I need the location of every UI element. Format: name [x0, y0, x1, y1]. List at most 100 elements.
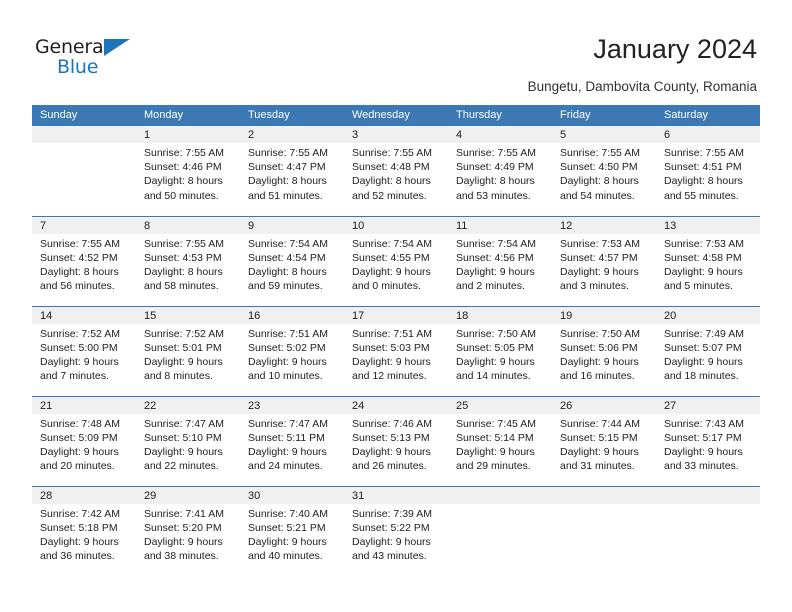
day-cell[interactable]: 26 Sunrise: 7:44 AM Sunset: 5:15 PM Dayligh…	[552, 395, 656, 486]
day-cell[interactable]: 16 Sunrise: 7:51 AM Sunset: 5:02 PM Dayligh…	[240, 305, 344, 396]
day-cell[interactable]: 27 Sunrise: 7:43 AM Sunset: 5:17 PM Dayligh…	[656, 395, 760, 486]
daylight-text-line2: and 8 minutes.	[144, 370, 213, 383]
sunrise-text: Sunrise: 7:47 AM	[144, 417, 224, 430]
daylight-text-line2: and 7 minutes.	[40, 370, 109, 383]
day-cell[interactable]: 17 Sunrise: 7:51 AM Sunset: 5:03 PM Dayligh…	[344, 305, 448, 396]
day-number: 10	[344, 216, 448, 234]
day-cell[interactable]: 21 Sunrise: 7:48 AM Sunset: 5:09 PM Dayligh…	[32, 395, 136, 486]
day-cell[interactable]: 19 Sunrise: 7:50 AM Sunset: 5:06 PM Dayligh…	[552, 305, 656, 396]
daylight-text-line2: and 33 minutes.	[664, 460, 739, 473]
day-cell[interactable]: 28 Sunrise: 7:42 AM Sunset: 5:18 PM Dayligh…	[32, 485, 136, 576]
daylight-text-line1: Daylight: 8 hours	[144, 265, 223, 278]
day-cell[interactable]: 20 Sunrise: 7:49 AM Sunset: 5:07 PM Dayligh…	[656, 305, 760, 396]
day-cell[interactable]: 24 Sunrise: 7:46 AM Sunset: 5:13 PM Dayligh…	[344, 395, 448, 486]
daylight-text-line2: and 38 minutes.	[144, 550, 219, 563]
day-cell[interactable]: 7 Sunrise: 7:55 AM Sunset: 4:52 PM Daylight…	[32, 215, 136, 306]
day-number: 2	[240, 126, 344, 143]
sunrise-text: Sunrise: 7:55 AM	[144, 147, 224, 159]
sunrise-text: Sunrise: 7:51 AM	[352, 327, 432, 340]
day-cell[interactable]: 11 Sunrise: 7:54 AM Sunset: 4:56 PM Dayligh…	[448, 215, 552, 306]
day-details: Sunrise: 7:52 AM Sunset: 5:00 PM Daylight:…	[32, 324, 136, 384]
daylight-text-line1: Daylight: 9 hours	[560, 265, 639, 278]
day-cell-empty	[656, 485, 760, 576]
sunrise-text: Sunrise: 7:55 AM	[40, 237, 120, 250]
page-title: January 2024	[593, 34, 757, 64]
day-number: 17	[344, 306, 448, 324]
day-number: 23	[240, 396, 344, 414]
day-details: Sunrise: 7:53 AM Sunset: 4:58 PM Daylight:…	[656, 234, 760, 294]
daylight-text-line2: and 26 minutes.	[352, 460, 427, 473]
page-header: General Blue January 2024 Bungetu, Dambo…	[0, 0, 792, 104]
day-details: Sunrise: 7:51 AM Sunset: 5:02 PM Daylight:…	[240, 324, 344, 384]
weekday-header-friday: Friday	[552, 105, 656, 126]
day-cell[interactable]: 15 Sunrise: 7:52 AM Sunset: 5:01 PM Dayligh…	[136, 305, 240, 396]
sunset-text: Sunset: 4:53 PM	[144, 251, 222, 264]
sunrise-text: Sunrise: 7:47 AM	[248, 417, 328, 430]
daylight-text-line1: Daylight: 8 hours	[144, 175, 223, 188]
day-cell[interactable]: 3 Sunrise: 7:55 AM Sunset: 4:48 PM Daylight…	[344, 126, 448, 216]
daylight-text-line2: and 58 minutes.	[144, 280, 219, 293]
day-cell[interactable]: 31 Sunrise: 7:39 AM Sunset: 5:22 PM Dayligh…	[344, 485, 448, 576]
day-details: Sunrise: 7:48 AM Sunset: 5:09 PM Daylight:…	[32, 414, 136, 474]
day-number: 30	[240, 486, 344, 504]
day-cell[interactable]: 22 Sunrise: 7:47 AM Sunset: 5:10 PM Dayligh…	[136, 395, 240, 486]
day-number: 12	[552, 216, 656, 234]
sunset-text: Sunset: 5:20 PM	[144, 521, 222, 534]
day-cell[interactable]: 5 Sunrise: 7:55 AM Sunset: 4:50 PM Daylight…	[552, 126, 656, 216]
day-cell[interactable]: 6 Sunrise: 7:55 AM Sunset: 4:51 PM Daylight…	[656, 126, 760, 216]
daylight-text-line1: Daylight: 8 hours	[248, 175, 327, 188]
day-cell[interactable]: 10 Sunrise: 7:54 AM Sunset: 4:55 PM Dayligh…	[344, 215, 448, 306]
sunrise-text: Sunrise: 7:52 AM	[144, 327, 224, 340]
day-details: Sunrise: 7:47 AM Sunset: 5:11 PM Daylight:…	[240, 414, 344, 474]
daylight-text-line1: Daylight: 9 hours	[560, 355, 639, 368]
day-cell[interactable]: 18 Sunrise: 7:50 AM Sunset: 5:05 PM Dayligh…	[448, 305, 552, 396]
sunset-text: Sunset: 4:48 PM	[352, 161, 430, 174]
sunrise-text: Sunrise: 7:49 AM	[664, 327, 744, 340]
day-details: Sunrise: 7:55 AM Sunset: 4:51 PM Daylight:…	[656, 143, 760, 203]
day-cell[interactable]: 1 Sunrise: 7:55 AM Sunset: 4:46 PM Daylight…	[136, 126, 240, 216]
logo-text-general: General	[35, 36, 109, 58]
generalblue-logo[interactable]: General Blue	[35, 36, 155, 80]
daylight-text-line1: Daylight: 8 hours	[352, 175, 431, 188]
day-cell[interactable]: 23 Sunrise: 7:47 AM Sunset: 5:11 PM Dayligh…	[240, 395, 344, 486]
day-cell-empty	[552, 485, 656, 576]
daylight-text-line1: Daylight: 9 hours	[664, 445, 743, 458]
day-number: 18	[448, 306, 552, 324]
daylight-text-line1: Daylight: 9 hours	[248, 535, 327, 548]
daylight-text-line1: Daylight: 9 hours	[456, 445, 535, 458]
weekday-header-monday: Monday	[136, 105, 240, 126]
day-cell[interactable]: 8 Sunrise: 7:55 AM Sunset: 4:53 PM Daylight…	[136, 215, 240, 306]
day-cell[interactable]: 29 Sunrise: 7:41 AM Sunset: 5:20 PM Dayligh…	[136, 485, 240, 576]
sunset-text: Sunset: 5:01 PM	[144, 341, 222, 354]
calendar-week-row: 1 Sunrise: 7:55 AM Sunset: 4:46 PM Daylight…	[32, 126, 760, 216]
day-number: 31	[344, 486, 448, 504]
daylight-text-line2: and 16 minutes.	[560, 370, 635, 383]
day-cell[interactable]: 2 Sunrise: 7:55 AM Sunset: 4:47 PM Daylight…	[240, 126, 344, 216]
daylight-text-line2: and 59 minutes.	[248, 280, 323, 293]
day-number: 21	[32, 396, 136, 414]
day-details: Sunrise: 7:55 AM Sunset: 4:49 PM Daylight:…	[448, 143, 552, 203]
day-cell[interactable]: 30 Sunrise: 7:40 AM Sunset: 5:21 PM Dayligh…	[240, 485, 344, 576]
day-cell[interactable]: 12 Sunrise: 7:53 AM Sunset: 4:57 PM Dayligh…	[552, 215, 656, 306]
day-cell[interactable]: 25 Sunrise: 7:45 AM Sunset: 5:14 PM Dayligh…	[448, 395, 552, 486]
day-details: Sunrise: 7:49 AM Sunset: 5:07 PM Daylight:…	[656, 324, 760, 384]
calendar-week-row: 21 Sunrise: 7:48 AM Sunset: 5:09 PM Dayligh…	[32, 395, 760, 486]
sunrise-text: Sunrise: 7:50 AM	[456, 327, 536, 340]
day-number: 4	[448, 126, 552, 143]
sunset-text: Sunset: 5:21 PM	[248, 521, 326, 534]
weekday-header-saturday: Saturday	[656, 105, 760, 126]
sunrise-text: Sunrise: 7:54 AM	[456, 237, 536, 250]
day-cell[interactable]: 9 Sunrise: 7:54 AM Sunset: 4:54 PM Daylight…	[240, 215, 344, 306]
daylight-text-line2: and 51 minutes.	[248, 189, 323, 202]
daylight-text-line2: and 29 minutes.	[456, 460, 531, 473]
day-details: Sunrise: 7:50 AM Sunset: 5:05 PM Daylight:…	[448, 324, 552, 384]
day-number: 25	[448, 396, 552, 414]
daylight-text-line1: Daylight: 9 hours	[352, 265, 431, 278]
daylight-text-line2: and 2 minutes.	[456, 280, 525, 293]
day-cell[interactable]: 13 Sunrise: 7:53 AM Sunset: 4:58 PM Dayligh…	[656, 215, 760, 306]
daylight-text-line2: and 56 minutes.	[40, 280, 115, 293]
sunrise-text: Sunrise: 7:54 AM	[352, 237, 432, 250]
day-cell[interactable]: 4 Sunrise: 7:55 AM Sunset: 4:49 PM Daylight…	[448, 126, 552, 216]
day-cell[interactable]: 14 Sunrise: 7:52 AM Sunset: 5:00 PM Dayligh…	[32, 305, 136, 396]
daylight-text-line2: and 22 minutes.	[144, 460, 219, 473]
